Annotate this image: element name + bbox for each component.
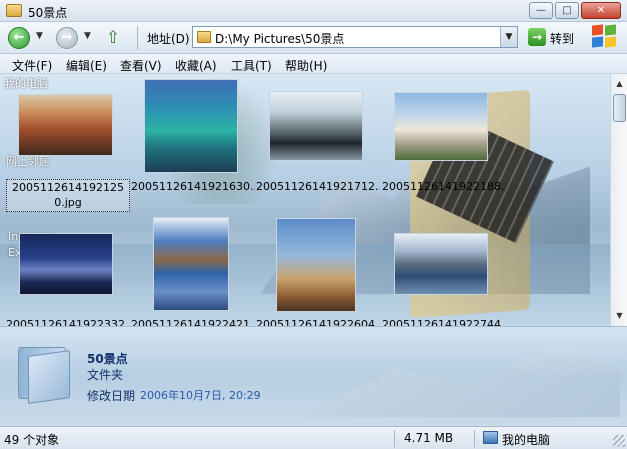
maximize-button[interactable]: □	[555, 2, 579, 19]
resize-grip[interactable]	[613, 435, 625, 447]
toolbar-separator	[137, 26, 138, 50]
window-controls: — □ ✕	[529, 2, 621, 19]
navigation-bar: ← ▼ → ▼ ⇧ 地址(D) D:\My Pictures\50景点 ▼ → …	[0, 22, 627, 54]
windows-logo-icon	[592, 24, 618, 49]
thumbnail-image	[153, 217, 229, 311]
details-modified-label: 修改日期	[87, 389, 136, 403]
details-folder-name: 50景点	[87, 352, 128, 366]
file-thumbnail[interactable]: 20051126141922188...	[382, 76, 506, 202]
file-thumbnail[interactable]: 20051126141922604...	[256, 214, 380, 326]
details-folder-type: 文件夹	[87, 368, 124, 382]
status-object-count: 49 个对象	[4, 433, 60, 447]
back-arrow-icon[interactable]: ←	[8, 27, 30, 49]
menu-edit[interactable]: 编辑(E)	[66, 57, 107, 74]
thumbnail-image	[19, 233, 113, 295]
go-label: 转到	[550, 32, 575, 46]
large-folder-icon	[14, 343, 72, 404]
file-name: 20051126141922421...	[131, 318, 255, 326]
address-value[interactable]: D:\My Pictures\50景点	[215, 30, 344, 47]
status-location: 我的电脑	[502, 433, 551, 447]
menu-file[interactable]: 文件(F)	[12, 57, 52, 74]
file-name: 20051126141922188...	[382, 180, 506, 193]
computer-icon	[483, 431, 498, 444]
file-thumbnail[interactable]: 20051126141921712...	[256, 76, 380, 202]
forward-arrow-icon[interactable]: →	[56, 27, 78, 49]
file-thumbnail[interactable]: 20051126141922744...	[382, 214, 506, 326]
back-history-dropdown-icon[interactable]: ▼	[36, 31, 43, 41]
thumbnail-image	[394, 92, 488, 161]
file-name: 20051126141922744...	[382, 318, 506, 326]
menu-help[interactable]: 帮助(H)	[285, 57, 327, 74]
file-name: 20051126141921630...	[131, 180, 255, 193]
status-divider	[394, 430, 395, 447]
details-pane: 50景点 文件夹 修改日期 2006年10月7日, 20:29	[0, 326, 627, 426]
status-divider	[474, 430, 475, 447]
scrollbar-thumb[interactable]	[613, 94, 626, 122]
file-name: 20051126141921250.jpg	[6, 179, 130, 212]
window-title: 50景点	[28, 6, 68, 20]
go-button[interactable]: → 转到	[526, 26, 582, 48]
file-thumbnail[interactable]: 20051126141921250.jpg	[6, 76, 130, 212]
thumbnail-image	[144, 79, 238, 173]
menu-tools[interactable]: 工具(T)	[231, 57, 272, 74]
file-name: 20051126141921712...	[256, 180, 380, 193]
details-background	[300, 345, 620, 417]
go-arrow-icon: →	[528, 28, 546, 46]
scroll-down-icon[interactable]: ▼	[612, 308, 627, 324]
file-name: 20051126141922604...	[256, 318, 380, 326]
folder-icon	[6, 4, 22, 17]
explorer-window: 50景点 — □ ✕ ← ▼ → ▼ ⇧ 地址(D) D:\My Picture…	[0, 0, 627, 449]
scroll-up-icon[interactable]: ▲	[612, 76, 627, 92]
file-list-view[interactable]: 我的电脑 网上邻居 Internet Explorer 200511261419…	[0, 74, 610, 326]
thumbnail-image	[269, 91, 363, 161]
menu-view[interactable]: 查看(V)	[120, 57, 162, 74]
address-folder-icon	[197, 31, 211, 43]
up-folder-icon[interactable]: ⇧	[102, 27, 124, 49]
details-modified-value: 2006年10月7日, 20:29	[140, 389, 261, 402]
file-name: 20051126141922332...	[6, 318, 130, 326]
file-thumbnail[interactable]: 20051126141922332...	[6, 214, 130, 326]
file-thumbnail[interactable]: 20051126141921630...	[131, 76, 255, 202]
minimize-button[interactable]: —	[529, 2, 553, 19]
menu-bar: 文件(F) 编辑(E) 查看(V) 收藏(A) 工具(T) 帮助(H)	[0, 54, 627, 74]
close-button[interactable]: ✕	[581, 2, 621, 19]
vertical-scrollbar[interactable]: ▲ ▼	[610, 74, 627, 326]
menu-favorites[interactable]: 收藏(A)	[175, 57, 217, 74]
thumbnail-image	[394, 233, 488, 295]
address-dropdown-button[interactable]: ▼	[500, 27, 517, 47]
forward-history-dropdown-icon[interactable]: ▼	[84, 31, 91, 41]
address-input[interactable]: D:\My Pictures\50景点 ▼	[192, 26, 518, 48]
address-label: 地址(D)	[147, 32, 190, 46]
status-size: 4.71 MB	[404, 431, 454, 445]
file-thumbnail[interactable]: 20051126141922421...	[131, 214, 255, 326]
thumbnail-image	[18, 94, 113, 156]
title-bar[interactable]: 50景点 — □ ✕	[0, 0, 627, 22]
thumbnail-image	[276, 218, 356, 312]
status-bar: 49 个对象 4.71 MB 我的电脑	[0, 426, 627, 449]
